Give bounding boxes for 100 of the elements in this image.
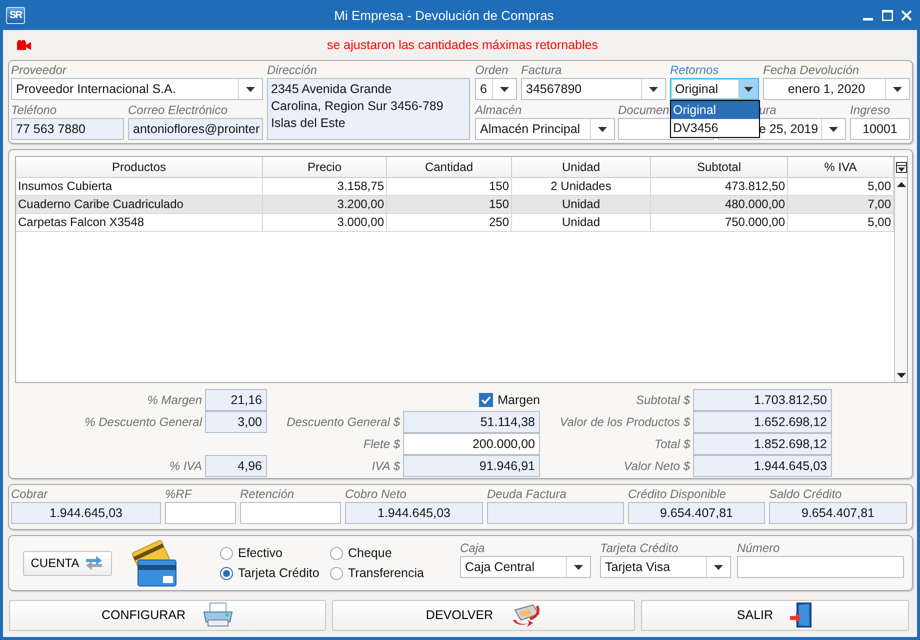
field-label: %RF [165, 486, 192, 502]
card-combo[interactable]: Tarjeta Visa [600, 556, 731, 578]
radio-button[interactable]: Transferencia [330, 566, 460, 580]
returns-combo[interactable]: Original [670, 78, 759, 100]
amount-field[interactable] [240, 502, 341, 524]
radio-button[interactable]: Efectivo [220, 546, 330, 560]
warehouse-combo[interactable]: Almacén Principal [475, 118, 615, 140]
close-icon[interactable] [901, 10, 912, 20]
field-label: Total $ [653, 436, 692, 453]
field-label: Proveedor [11, 62, 66, 78]
maximize-icon[interactable] [882, 10, 893, 20]
field-label: Saldo Crédito [769, 486, 842, 502]
amount-field[interactable]: 9.654.407,81 [628, 502, 765, 524]
entry-field[interactable]: 10001 [850, 118, 910, 140]
field-label: Crédito Disponible [628, 486, 726, 502]
amount-field[interactable] [487, 502, 624, 524]
dropdown-arrow-icon [649, 86, 658, 92]
field-label: Orden [475, 62, 508, 78]
alert-message: se ajustaron las cantidades máximas retornables [327, 38, 598, 52]
exit-door-icon [789, 602, 814, 628]
field-label: % Margen [146, 392, 203, 409]
field-label: Número [737, 540, 780, 556]
checkbox[interactable] [478, 393, 493, 407]
swap-arrows-icon [84, 555, 104, 571]
scrollbar[interactable] [895, 178, 907, 382]
dropdown-arrow-icon [500, 86, 509, 92]
printer-icon [202, 602, 234, 628]
field-label: Factura [521, 62, 562, 78]
column-header[interactable]: Unidad [512, 157, 651, 178]
email-field[interactable]: antonioflores@prointer [128, 118, 263, 140]
dropdown-arrow-icon [598, 126, 607, 132]
field-label: Documen [618, 102, 670, 118]
field-label: Valor de los Productos $ [558, 414, 692, 431]
dropdown-arrow-icon [893, 86, 902, 92]
number-field[interactable] [737, 556, 904, 578]
dropdown-arrow-icon [246, 86, 255, 92]
field-label: Subtotal $ [634, 392, 692, 409]
field-label: Deuda Factura [487, 486, 566, 502]
total-field[interactable]: 51.114,38 [403, 411, 540, 433]
column-header[interactable]: Precio [263, 157, 387, 178]
field-label: Tarjeta Crédito [600, 540, 678, 556]
column-header[interactable]: Productos [16, 157, 263, 178]
table-cell: 250 [387, 214, 512, 232]
table-cell: 750.000,00 [651, 214, 788, 232]
total-field[interactable]: 1.652.698,12 [693, 411, 832, 433]
dropdown-arrow-icon [829, 126, 838, 132]
supplier-combo[interactable]: Proveedor Internacional S.A. [11, 78, 263, 100]
total-field[interactable]: 1.703.812,50 [693, 389, 832, 411]
table-cell: 480.000,00 [651, 196, 788, 214]
action-button[interactable]: DEVOLVER [332, 600, 635, 630]
table-cell: 3.000,00 [263, 214, 387, 232]
table-cell: 150 [387, 196, 512, 214]
field-label: IVA $ [370, 458, 402, 475]
field-label: Dirección [267, 62, 318, 78]
field-label: Retornos [670, 62, 719, 78]
total-field[interactable]: 1.852.698,12 [693, 433, 832, 455]
table-cell: Unidad [512, 196, 651, 214]
total-field[interactable]: 4,96 [205, 455, 267, 477]
video-camera-icon [17, 40, 31, 50]
total-field[interactable]: 3,00 [205, 411, 267, 433]
amount-field[interactable]: 1.944.645,03 [11, 502, 161, 524]
table-cell: Carpetas Falcon X3548 [16, 214, 263, 232]
action-button[interactable]: SALIR [641, 600, 909, 630]
amount-field[interactable]: 9.654.407,81 [769, 502, 907, 524]
address-field[interactable]: 2345 Avenida Grande Carolina, Region Sur 3456-789 Islas del Este [267, 78, 470, 140]
amount-field[interactable]: 1.944.645,03 [345, 502, 483, 524]
total-field[interactable]: 91.946,91 [403, 455, 540, 477]
radio-button[interactable]: Tarjeta Crédito [220, 566, 330, 580]
phone-field[interactable]: 77 563 7880 [11, 118, 124, 140]
table-cell: Unidad [512, 214, 651, 232]
field-label: Teléfono [11, 102, 57, 118]
field-label: Valor Neto $ [622, 458, 692, 475]
field-label: Correo Electrónico [128, 102, 228, 118]
invoice-combo[interactable]: 34567890 [521, 78, 666, 100]
column-header[interactable]: Subtotal [651, 157, 788, 178]
total-field[interactable]: 21,16 [205, 389, 267, 411]
field-label: ura [759, 102, 778, 118]
dropdown-arrow-icon [714, 564, 723, 570]
checkbox-label: Margen [498, 393, 540, 407]
table-cell: Cuaderno Caribe Cuadriculado [16, 196, 263, 214]
field-label: Cobrar [11, 486, 48, 502]
total-field[interactable]: 1.944.645,03 [693, 455, 832, 477]
action-button[interactable]: CONFIGURAR [9, 600, 326, 630]
date-combo[interactable]: enero 1, 2020 [763, 78, 910, 100]
total-field[interactable]: 200.000,00 [403, 433, 540, 455]
cash-box-combo[interactable]: Caja Central [460, 556, 591, 578]
column-header[interactable]: % IVA [788, 157, 894, 178]
account-button[interactable]: CUENTA [23, 550, 112, 576]
table-cell: 3.200,00 [263, 196, 387, 214]
column-chooser-icon[interactable] [896, 162, 906, 172]
dropdown-arrow-icon [574, 564, 583, 570]
radio-button[interactable]: Cheque [330, 546, 460, 560]
amount-field[interactable] [165, 502, 236, 524]
field-label: % Descuento General [84, 414, 204, 431]
column-header[interactable]: Cantidad [387, 157, 512, 178]
field-label: Flete $ [362, 436, 402, 453]
field-label: Retención [240, 486, 294, 502]
table-cell: 7,00 [788, 196, 894, 214]
dropdown-option[interactable]: Original [671, 101, 759, 119]
order-combo[interactable]: 6 [475, 78, 517, 100]
